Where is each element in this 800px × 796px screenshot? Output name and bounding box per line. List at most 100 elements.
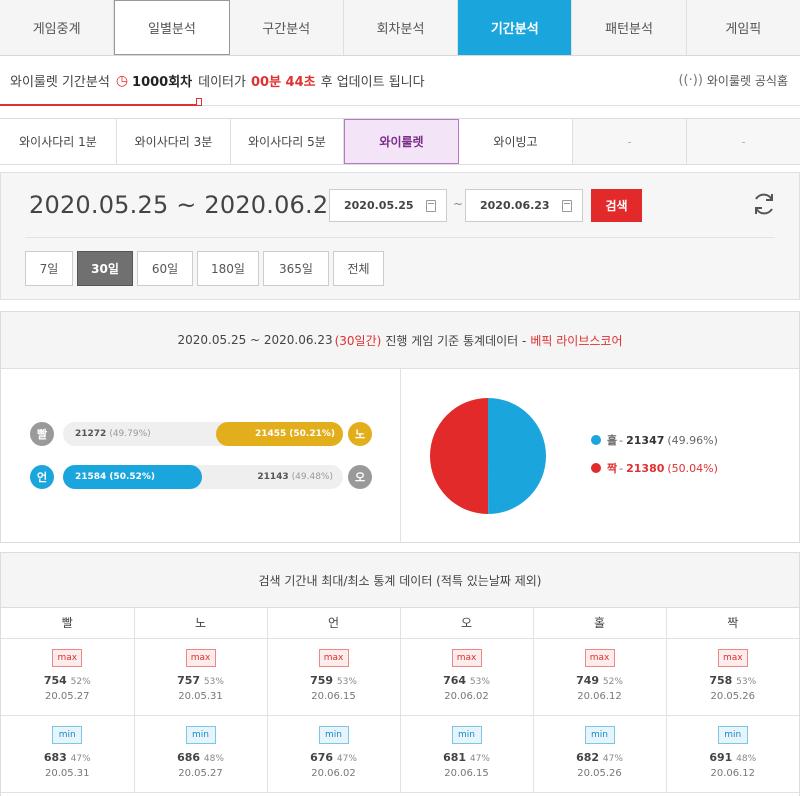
- badge-over: 오: [348, 465, 372, 489]
- minmax-header: 검색 기간내 최대/최소 통계 데이터 (적특 있는날짜 제외): [1, 553, 799, 608]
- progress-underline: [0, 104, 200, 106]
- divider: [25, 237, 775, 238]
- stats-days: (30일간): [334, 333, 382, 348]
- minmax-header-row: 빨 노 언 오 홀 짝: [1, 608, 799, 639]
- subtab-ladder-3[interactable]: 와이사다리 3분: [117, 119, 231, 164]
- cell-pct: 53%: [203, 676, 224, 687]
- calendar-icon[interactable]: [426, 200, 436, 212]
- min-value: 682 47%: [534, 750, 666, 767]
- tab-period[interactable]: 기간분석: [458, 0, 573, 55]
- official-home-link[interactable]: ((·)) 와이룰렛 공식홈: [678, 72, 788, 89]
- badge-red-ball: 빨: [30, 422, 54, 446]
- bar-stats: 빨 21272 (49.79%) 21455 (50.21%) 노 언 2158…: [1, 369, 401, 543]
- min-cell: min 683 47% 20.05.31: [1, 715, 135, 793]
- col-header: 짝: [666, 608, 799, 639]
- cell-pct: 47%: [469, 753, 490, 764]
- max-tag: max: [318, 648, 349, 667]
- max-value: 758 53%: [667, 673, 800, 690]
- search-button[interactable]: 검색: [591, 189, 642, 222]
- stat-right-value: 21455: [254, 429, 287, 439]
- cell-number: 691: [709, 750, 733, 764]
- period-30d-button[interactable]: 30일: [77, 251, 133, 286]
- max-cell: max 754 52% 20.05.27: [1, 638, 135, 716]
- subtab-bingo[interactable]: 와이빙고: [459, 119, 573, 164]
- max-tag: max: [52, 648, 83, 667]
- round-number: 1000회차: [132, 75, 193, 90]
- cell-pct: 47%: [336, 753, 357, 764]
- tab-pattern[interactable]: 패턴분석: [572, 0, 687, 55]
- info-mid: 데이터가: [198, 75, 246, 90]
- min-value: 683 47%: [1, 750, 134, 767]
- stat-left-value: 21584: [75, 472, 107, 482]
- min-date: 20.06.12: [710, 767, 756, 779]
- stat-left-pct: (49.79%): [109, 429, 151, 439]
- subtab-ladder-1[interactable]: 와이사다리 1분: [0, 119, 117, 164]
- calendar-icon[interactable]: [562, 200, 572, 212]
- col-header: 노: [134, 608, 268, 639]
- stat-right-pct: (50.21%): [289, 429, 335, 439]
- clock-icon: ◷: [115, 72, 129, 89]
- max-date: 20.05.26: [710, 690, 756, 702]
- cell-number: 683: [43, 750, 67, 764]
- info-prefix: 와이룰렛 기간분석: [10, 75, 110, 90]
- tab-daily[interactable]: 일별분석: [114, 0, 230, 55]
- stat-bar-fill: 21584 (50.52%): [63, 465, 202, 489]
- cell-number: 749: [576, 673, 600, 687]
- main-nav-tabs: 게임중계 일별분석 구간분석 회차분석 기간분석 패턴분석 게임픽: [0, 0, 800, 56]
- badge-yellow-ball: 노: [348, 422, 372, 446]
- min-date: 20.06.02: [311, 767, 356, 779]
- update-countdown: 00분 44초: [250, 75, 316, 90]
- legend-odd: 홀 - 21347 (49.96%): [591, 432, 718, 448]
- tab-round[interactable]: 회차분석: [343, 0, 459, 55]
- info-suffix: 후 업데이트 됩니다: [320, 75, 425, 90]
- subtab-ladder-5[interactable]: 와이사다리 5분: [231, 119, 344, 164]
- max-row: max 754 52% 20.05.27 max 757 53% 20.05.31 ma…: [1, 638, 800, 716]
- start-date-value: 2020.05.25: [344, 199, 414, 212]
- legend-sep: -: [619, 433, 624, 447]
- max-cell: max 758 53% 20.05.26: [666, 638, 800, 716]
- period-7d-button[interactable]: 7일: [25, 251, 73, 286]
- min-value: 686 48%: [135, 750, 267, 767]
- cell-pct: 53%: [336, 676, 357, 687]
- cell-number: 759: [310, 673, 334, 687]
- legend-even-label: 짝: [607, 462, 618, 475]
- stat-bar-track: 21584 (50.52%) 21143 (49.48%): [63, 465, 343, 489]
- legend-dot-odd: [591, 435, 601, 445]
- cell-pct: 47%: [602, 753, 623, 764]
- min-row: min 683 47% 20.05.31 min 686 48% 20.05.27 mi…: [1, 715, 800, 793]
- cell-pct: 47%: [70, 753, 91, 764]
- stat-left-value: 21272: [75, 429, 107, 439]
- period-60d-button[interactable]: 60일: [137, 251, 193, 286]
- tab-live[interactable]: 게임중계: [0, 0, 115, 55]
- stat-right-label: 21143 (49.48%): [257, 465, 333, 489]
- period-180d-button[interactable]: 180일: [197, 251, 259, 286]
- cell-pct: 52%: [70, 676, 91, 687]
- refresh-icon[interactable]: [751, 191, 777, 217]
- start-date-input[interactable]: 2020.05.25: [329, 189, 447, 222]
- cell-number: 682: [576, 750, 600, 764]
- min-cell: min 691 48% 20.06.12: [666, 715, 800, 793]
- cell-number: 758: [709, 673, 733, 687]
- max-tag: max: [451, 648, 482, 667]
- max-tag: max: [584, 648, 615, 667]
- period-365d-button[interactable]: 365일: [263, 251, 329, 286]
- tab-gamepick[interactable]: 게임픽: [686, 0, 800, 55]
- official-home-label: 와이룰렛 공식홈: [706, 74, 788, 88]
- period-buttons: 7일 30일 60일 180일 365일 전체: [25, 251, 388, 286]
- min-value: 691 48%: [667, 750, 800, 767]
- min-tag: min: [584, 725, 615, 744]
- subtab-roulette[interactable]: 와이룰렛: [344, 119, 459, 164]
- stat-bar-fill: 21455 (50.21%): [216, 422, 343, 446]
- min-date: 20.06.15: [444, 767, 489, 779]
- stat-right-value: 21143: [257, 472, 289, 482]
- max-cell: max 757 53% 20.05.31: [134, 638, 268, 716]
- min-value: 676 47%: [268, 750, 400, 767]
- stat-right-pct: (49.48%): [291, 472, 333, 482]
- legend-even-pct: (50.04%): [667, 461, 718, 475]
- end-date-input[interactable]: 2020.06.23: [465, 189, 583, 222]
- min-date: 20.05.27: [178, 767, 223, 779]
- period-all-button[interactable]: 전체: [333, 251, 384, 286]
- tab-section[interactable]: 구간분석: [229, 0, 344, 55]
- date-range-title: 2020.05.25 ~ 2020.06.23: [29, 191, 344, 219]
- min-cell: min 682 47% 20.05.26: [533, 715, 667, 793]
